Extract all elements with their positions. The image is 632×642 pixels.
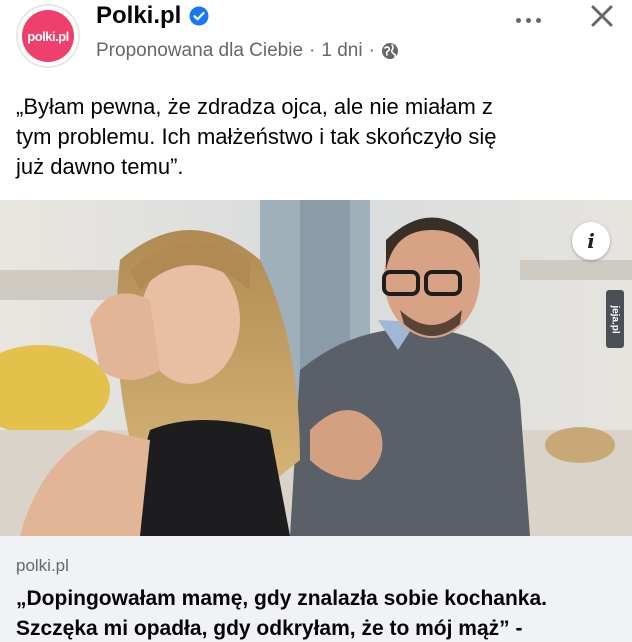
suggested-label: Proponowana dla Ciebie	[96, 40, 304, 61]
meta-separator: ·	[309, 40, 316, 61]
avatar-logo-text: polki.pl	[27, 28, 69, 44]
link-title-line: Szczęka mi opadła, gdy odkryłam, że to m…	[16, 617, 523, 640]
more-options-icon[interactable]	[510, 8, 546, 32]
post-text-line: „Byłam pewna, że zdradza ojca, ale nie m…	[16, 94, 493, 119]
link-title: „Dopingowałam mamę, gdy znalazła sobie k…	[16, 584, 622, 642]
link-domain: polki.pl	[16, 556, 69, 575]
page-name-row: Polki.pl	[96, 2, 209, 30]
post-header: polki.pl Polki.pl Proponowana dla Ciebie…	[0, 0, 632, 80]
meta-separator-2: ·	[368, 40, 375, 61]
post-image[interactable]	[0, 200, 632, 536]
verified-badge-icon	[189, 6, 209, 26]
page-avatar[interactable]: polki.pl	[16, 4, 80, 68]
info-glyph: i	[587, 229, 595, 253]
link-title-line: „Dopingowałam mamę, gdy znalazła sobie k…	[16, 587, 547, 610]
info-icon[interactable]: i	[572, 222, 610, 260]
link-preview-card[interactable]: polki.pl „Dopingowałam mamę, gdy znalazł…	[0, 536, 632, 642]
globe-icon	[381, 43, 398, 59]
post-time[interactable]: 1 dni	[321, 40, 362, 62]
post-text: „Byłam pewna, że zdradza ojca, ale nie m…	[16, 92, 616, 182]
watermark-logo: jeja.pl	[606, 290, 624, 348]
post-photo-illustration	[0, 200, 632, 536]
watermark-text: jeja.pl	[609, 304, 621, 334]
avatar-logo: polki.pl	[22, 10, 74, 62]
post-text-line: tym problemu. Ich małżeństwo i tak skońc…	[16, 124, 497, 149]
post-meta: Proponowana dla Ciebie · 1 dni ·	[96, 40, 399, 62]
post-text-line: już dawno temu”.	[16, 154, 184, 179]
page-name[interactable]: Polki.pl	[96, 2, 181, 30]
close-icon[interactable]	[586, 0, 618, 32]
